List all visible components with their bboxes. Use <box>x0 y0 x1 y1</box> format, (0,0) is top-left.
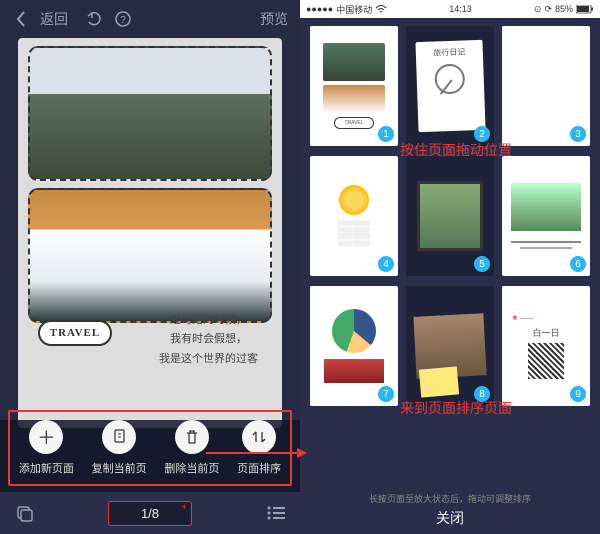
sort-icon <box>242 420 276 454</box>
preview-label[interactable]: 预览 <box>260 9 288 29</box>
action-label: 删除当前页 <box>164 460 219 476</box>
battery-icon <box>576 5 594 14</box>
page-thumb[interactable]: 旅行日记 2 <box>406 26 494 146</box>
carrier-label: 中国移动 <box>336 3 372 16</box>
delete-page-button[interactable]: 删除当前页 <box>164 420 219 476</box>
status-bar: ●●●●● 中国移动 14:13 ⊙ ⟳ 85% <box>300 0 600 18</box>
footer-hint: 长按页面至放大状态后，拖动可调整排序 <box>369 492 531 505</box>
trash-icon <box>175 420 209 454</box>
page-thumb[interactable]: 5 <box>406 156 494 276</box>
back-chevron-icon[interactable] <box>12 10 30 28</box>
page-thumb[interactable]: ❀ —— 白一日 9 <box>502 286 590 406</box>
signal-icon: ●●●●● <box>306 4 333 14</box>
svg-text:?: ? <box>120 15 126 26</box>
page-thumb[interactable]: 3 <box>502 26 590 146</box>
action-label: 复制当前页 <box>92 460 147 476</box>
sort-screen: ●●●●● 中国移动 14:13 ⊙ ⟳ 85% TRAVEL 1 旅行日记 <box>300 0 600 534</box>
page-number-badge: 5 <box>474 256 490 272</box>
photo-frame-1[interactable] <box>28 46 272 181</box>
caption-text[interactable]: 过马路的时候， 我有时会假想， 我是这个世界的过客 <box>159 311 258 370</box>
action-label: 添加新页面 <box>19 460 74 476</box>
sort-screen-footer: 长按页面至放大状态后，拖动可调整排序 关闭 <box>300 494 600 534</box>
plus-icon: ＋ <box>29 420 63 454</box>
help-icon[interactable]: ? <box>114 10 132 28</box>
thumb-title: 白一日 <box>532 326 559 339</box>
add-page-button[interactable]: ＋ 添加新页面 <box>19 420 74 476</box>
page-indicator-pill[interactable]: 1/8 <box>108 501 192 526</box>
photo-frame-2[interactable] <box>28 188 272 323</box>
page-number-badge: 1 <box>378 126 394 142</box>
caption-line: 我是这个世界的过客 <box>159 350 258 370</box>
thumb-title: 旅行日记 <box>415 40 482 59</box>
page-number-badge: 7 <box>378 386 394 402</box>
travel-tag[interactable]: TRAVEL <box>38 320 112 346</box>
page-thumb[interactable]: ░░░░░░░░░░░░░░░░░░░░░░░░░░░░░░░░░░░░ 4 <box>310 156 398 276</box>
page-canvas[interactable]: TRAVEL 过马路的时候， 我有时会假想， 我是这个世界的过客 <box>18 38 282 428</box>
page-thumb[interactable]: TRAVEL 1 <box>310 26 398 146</box>
wifi-icon <box>375 5 387 14</box>
close-button[interactable]: 关闭 <box>436 508 464 528</box>
back-label[interactable]: 返回 <box>40 9 68 29</box>
page-number-badge: 9 <box>570 386 586 402</box>
copy-icon <box>102 420 136 454</box>
pages-stack-icon[interactable] <box>14 503 34 523</box>
copy-page-button[interactable]: 复制当前页 <box>92 420 147 476</box>
annotation-arrow <box>206 452 306 454</box>
undo-icon[interactable] <box>86 10 104 28</box>
page-number-badge: 6 <box>570 256 586 272</box>
alarm-icon: ⊙ <box>534 4 542 15</box>
rotation-lock-icon: ⟳ <box>544 4 552 15</box>
page-number-badge: 3 <box>570 126 586 142</box>
page-indicator-text: 1/8 <box>141 506 159 521</box>
page-number-badge: 2 <box>474 126 490 142</box>
clock-label: 14:13 <box>449 4 472 14</box>
page-number-badge: 8 <box>474 386 490 402</box>
page-number-badge: 4 <box>378 256 394 272</box>
list-icon[interactable] <box>266 505 286 521</box>
editor-header: 返回 ? 预览 <box>0 0 300 38</box>
bottom-bar: 1/8 <box>0 492 300 534</box>
page-thumb[interactable]: 7 <box>310 286 398 406</box>
caption-line: 我有时会假想， <box>159 330 258 350</box>
page-thumb[interactable]: 6 <box>502 156 590 276</box>
battery-label: 85% <box>555 4 573 14</box>
page-thumb[interactable]: 8 <box>406 286 494 406</box>
action-label: 页面排序 <box>237 460 281 476</box>
page-grid[interactable]: TRAVEL 1 旅行日记 2 3 ░░░░░░░░░░░ <box>300 18 600 494</box>
caption-line: 过马路的时候， <box>159 311 258 331</box>
action-bar-highlight: ＋ 添加新页面 复制当前页 删除当前页 页面排序 <box>8 410 292 486</box>
sort-pages-button[interactable]: 页面排序 <box>237 420 281 476</box>
